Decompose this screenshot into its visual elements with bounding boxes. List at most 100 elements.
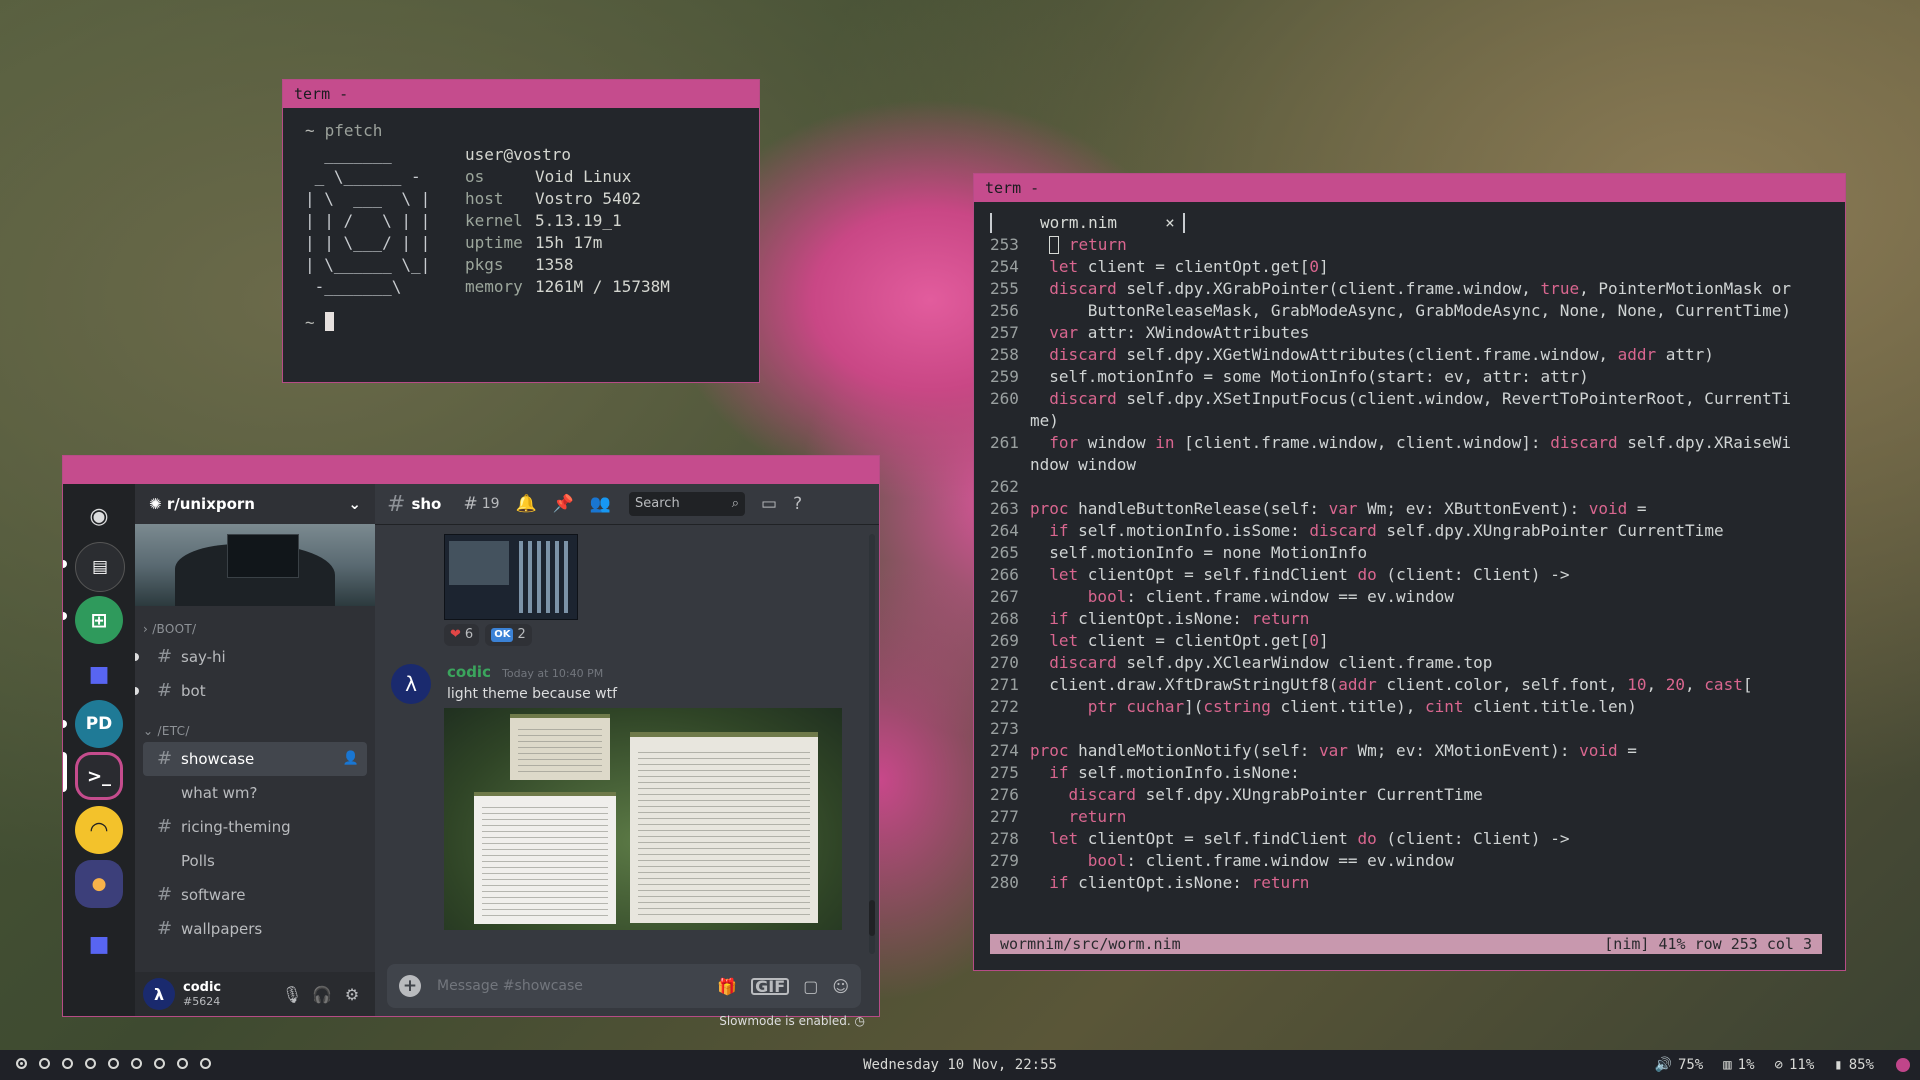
thread-what-wm[interactable]: what wm? [143, 776, 367, 810]
thread-polls[interactable]: Polls [143, 844, 367, 878]
chevron-down-icon[interactable]: ⌄ [348, 495, 361, 513]
hash-icon: # [157, 646, 173, 667]
code-line[interactable]: 272 ptr cuchar](cstring client.title), c… [990, 696, 1845, 718]
server-header[interactable]: ✺ r/unixporn ⌄ [135, 484, 375, 524]
code-line[interactable]: 276 discard self.dpy.XUngrabPointer Curr… [990, 784, 1845, 806]
code-area[interactable]: 253 return 254 let client = clientOpt.get… [990, 234, 1845, 894]
pfetch-terminal-window[interactable]: term - ~ pfetch _______ _ \______ - | \ _… [283, 80, 759, 382]
prompt-line[interactable]: ~ [305, 312, 759, 334]
help-icon[interactable]: ? [793, 494, 802, 514]
window-titlebar[interactable]: term - [974, 174, 1845, 202]
code-line[interactable]: 269 let client = clientOpt.get[0] [990, 630, 1845, 652]
message-composer[interactable]: + Message #showcase 🎁 GIF ▢ ☺ [387, 964, 861, 1008]
deafen-icon[interactable]: 🎧 [307, 985, 337, 1004]
gif-button[interactable]: GIF [751, 977, 790, 995]
avatar[interactable]: λ [143, 978, 175, 1010]
code-line[interactable]: 263 proc handleButtonRelease(self: var Wm… [990, 498, 1845, 520]
add-attachment-icon[interactable]: + [399, 975, 421, 997]
line-text: ndow window [1030, 455, 1136, 474]
editor-body[interactable]: worm.nim × 253 return 254 let client = cl… [974, 202, 1845, 954]
code-line[interactable]: 266 let clientOpt = self.findClient do (… [990, 564, 1845, 586]
pin-icon[interactable]: 📌 [553, 494, 574, 514]
reaction-heart[interactable]: ❤ 6 [444, 624, 480, 646]
code-line[interactable]: 268 if clientOpt.isNone: return [990, 608, 1845, 630]
terminal-body[interactable]: ~ pfetch _______ _ \______ - | \ ___ \ | … [283, 108, 759, 334]
discord-home-icon[interactable]: ◉ [75, 492, 123, 540]
sticker-icon[interactable]: ▢ [803, 977, 818, 996]
server-icon[interactable]: ▤ [75, 542, 125, 592]
server-icon-pd[interactable]: PD [75, 700, 123, 748]
line-text: discard self.dpy.XGetWindowAttributes(cl… [1049, 345, 1714, 364]
reaction-ok[interactable]: OK 2 [485, 624, 532, 646]
code-line[interactable]: 274 proc handleMotionNotify(self: var Wm;… [990, 740, 1845, 762]
folder-icon[interactable]: ■ [75, 650, 123, 698]
code-line[interactable]: 258 discard self.dpy.XGetWindowAttribute… [990, 344, 1845, 366]
code-line[interactable]: 270 discard self.dpy.XClearWindow client… [990, 652, 1845, 674]
code-line[interactable]: 271 client.draw.XftDrawStringUtf8(addr c… [990, 674, 1845, 696]
code-line[interactable]: 255 discard self.dpy.XGrabPointer(client… [990, 278, 1845, 300]
code-line[interactable]: 257 var attr: XWindowAttributes [990, 322, 1845, 344]
search-input[interactable]: Search ⌕ [629, 492, 746, 516]
channel-software[interactable]: # software [143, 878, 367, 912]
attachment-image[interactable] [444, 534, 578, 620]
bell-icon[interactable]: 🔔 [516, 494, 537, 514]
unixporn-server-icon[interactable]: >_ [75, 752, 123, 800]
attachment-image[interactable] [444, 708, 842, 930]
server-name: r/unixporn [166, 495, 255, 513]
mute-mic-icon[interactable]: 🎙 [277, 985, 307, 1004]
folder-icon[interactable]: ■ [75, 920, 123, 968]
code-line[interactable]: 264 if self.motionInfo.isSome: discard s… [990, 520, 1845, 542]
tab-worm-nim[interactable]: worm.nim [1040, 212, 1117, 234]
code-line[interactable]: 279 bool: client.frame.window == ev.wind… [990, 850, 1845, 872]
discord-window[interactable]: ◉ ▤ ⊞ ■ PD >_ ◠ ● ■ ✺ r/unixporn ⌄ › /BO… [63, 456, 879, 1028]
emoji-icon[interactable]: ☺ [832, 977, 849, 996]
server-icon[interactable]: ● [75, 860, 123, 908]
scrollbar[interactable] [869, 534, 875, 954]
tab-close-icon[interactable]: × [1165, 212, 1175, 234]
message-author[interactable]: codic [447, 663, 491, 681]
members-icon[interactable]: 👥 [590, 494, 611, 514]
channel-bot[interactable]: # bot [135, 674, 367, 708]
line-number: 261 [990, 433, 1019, 452]
tray-icon[interactable] [1896, 1058, 1910, 1072]
code-line[interactable]: me) [990, 410, 1845, 432]
code-line[interactable]: 277 return [990, 806, 1845, 828]
code-line[interactable]: 273 [990, 718, 1845, 740]
inbox-icon[interactable]: ▭ [761, 494, 777, 514]
add-member-icon[interactable]: 👤 [343, 742, 359, 776]
server-icon[interactable]: ⊞ [75, 596, 123, 644]
code-line[interactable]: 278 let clientOpt = self.findClient do (… [990, 828, 1845, 850]
code-line[interactable]: ndow window [990, 454, 1845, 476]
channel-wallpapers[interactable]: # wallpapers [143, 912, 367, 946]
window-titlebar[interactable]: term - [283, 80, 759, 108]
message-input[interactable]: Message #showcase [437, 978, 703, 994]
gift-icon[interactable]: 🎁 [717, 977, 737, 996]
avatar[interactable]: λ [391, 664, 431, 704]
code-line[interactable]: 261 for window in [client.frame.window, … [990, 432, 1845, 454]
line-text: bool: client.frame.window == ev.window [1087, 587, 1454, 606]
editor-terminal-window[interactable]: term - worm.nim × 253 return 254 let clie… [974, 174, 1845, 970]
code-line[interactable]: 253 return [990, 234, 1845, 256]
channel-ricing-theming[interactable]: # ricing-theming [143, 810, 367, 844]
line-number: 264 [990, 521, 1019, 540]
code-line[interactable]: 280 if clientOpt.isNone: return [990, 872, 1845, 894]
code-line[interactable]: 254 let client = clientOpt.get[0] [990, 256, 1845, 278]
server-icon[interactable]: ◠ [75, 806, 123, 854]
code-line[interactable]: 275 if self.motionInfo.isNone: [990, 762, 1845, 784]
line-number: 273 [990, 719, 1019, 738]
code-line[interactable]: 260 discard self.dpy.XSetInputFocus(clie… [990, 388, 1845, 410]
code-line[interactable]: 262 [990, 476, 1845, 498]
window-titlebar[interactable] [63, 456, 879, 484]
code-line[interactable]: 267 bool: client.frame.window == ev.wind… [990, 586, 1845, 608]
code-line[interactable]: 259 self.motionInfo = some MotionInfo(st… [990, 366, 1845, 388]
volume-indicator[interactable]: 🔊 75% [1655, 1050, 1704, 1080]
code-line[interactable]: 256 ButtonReleaseMask, GrabModeAsync, Gr… [990, 300, 1845, 322]
gear-icon[interactable]: ⚙ [337, 985, 367, 1004]
category-boot[interactable]: › /BOOT/ [135, 618, 375, 640]
channel-say-hi[interactable]: # say-hi [135, 640, 367, 674]
channel-showcase[interactable]: # showcase 👤 [143, 742, 367, 776]
user-info[interactable]: codic #5624 [183, 980, 277, 1008]
threads-icon[interactable]: # [463, 494, 477, 514]
code-line[interactable]: 265 self.motionInfo = none MotionInfo [990, 542, 1845, 564]
category-etc[interactable]: ⌄ /ETC/ [135, 720, 375, 742]
